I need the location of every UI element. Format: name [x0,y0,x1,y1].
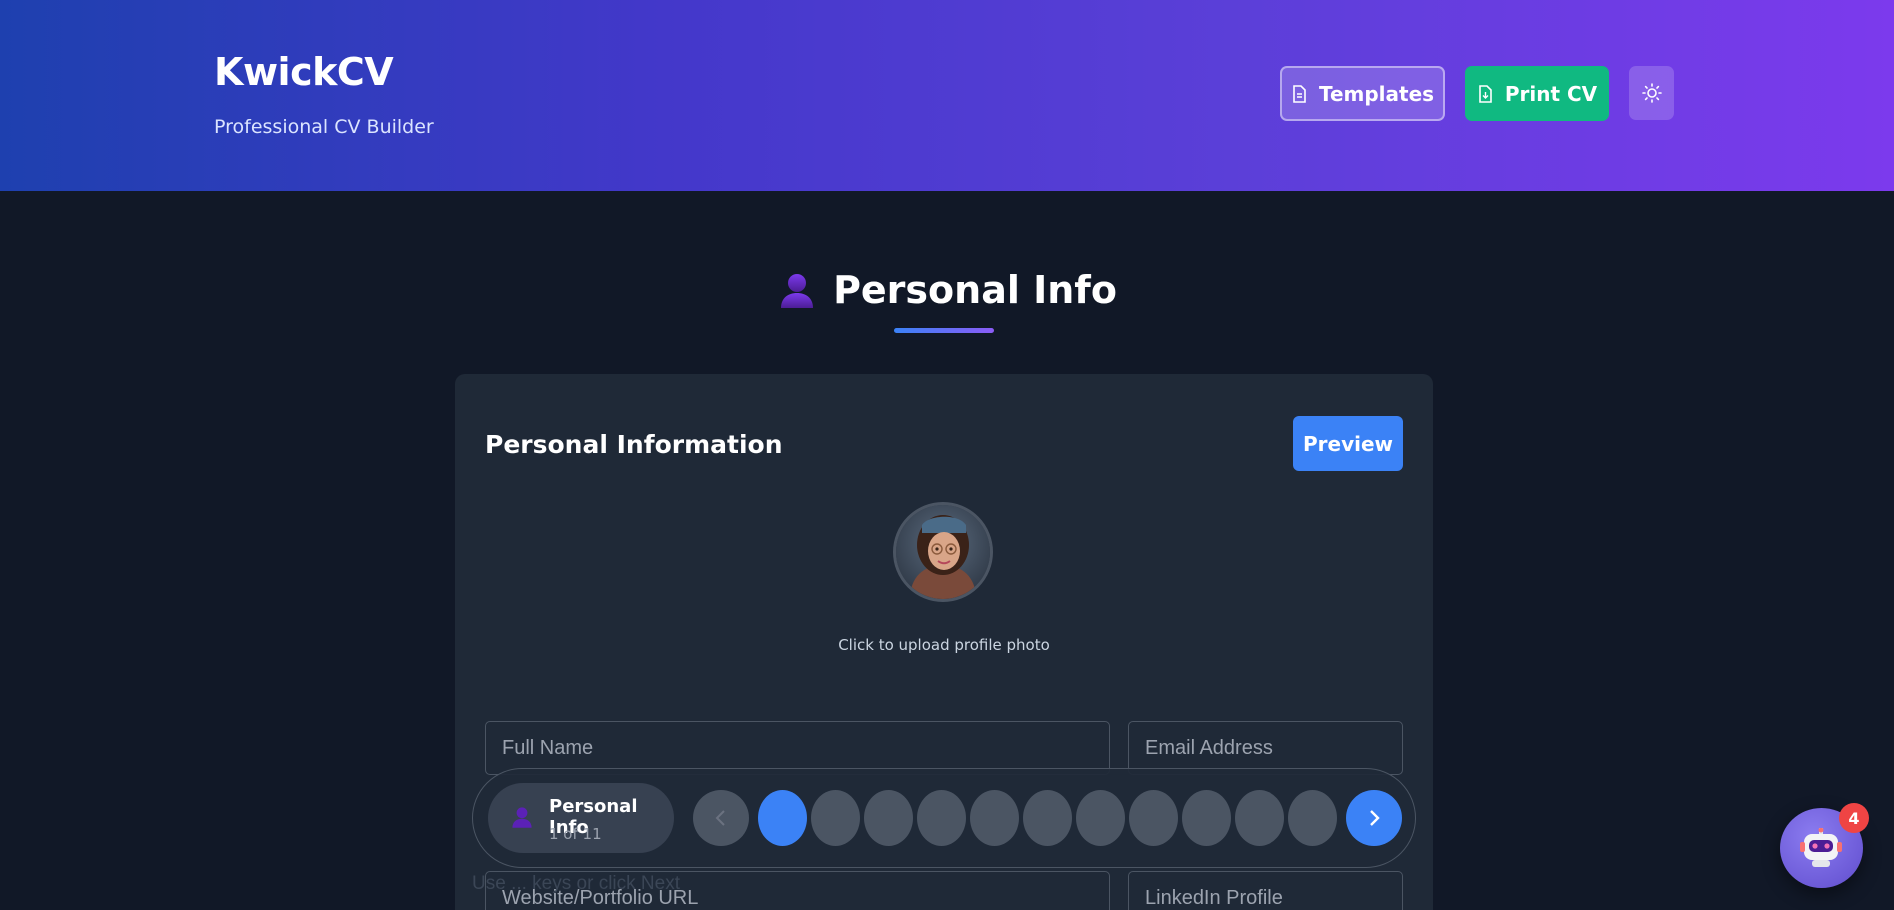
keyboard-hint: Use ... keys or click Next [472,873,680,894]
templates-button[interactable]: Templates [1280,66,1445,121]
email-field[interactable]: Email Address [1128,721,1403,775]
app-title: KwickCV [214,50,394,94]
profile-photo-upload[interactable] [893,502,993,602]
print-cv-label: Print CV [1504,81,1598,106]
linkedin-field[interactable]: LinkedIn Profile [1128,871,1403,910]
step-dot-2[interactable] [811,790,860,846]
previous-step-button[interactable] [693,790,749,846]
step-dot-6[interactable] [1023,790,1072,846]
print-cv-button[interactable]: Print CV [1465,66,1609,121]
preview-button[interactable]: Preview [1293,416,1403,471]
sun-icon [1641,83,1662,103]
document-download-icon [1477,84,1493,103]
chevron-left-icon [714,808,728,828]
person-icon [777,270,817,310]
step-dot-5[interactable] [970,790,1019,846]
step-dot-10[interactable] [1235,790,1284,846]
step-dot-4[interactable] [917,790,966,846]
card-title: Personal Information [485,430,783,459]
step-dot-11[interactable] [1288,790,1337,846]
section-heading: Personal Info [0,268,1894,312]
chevron-right-icon [1367,808,1381,828]
profile-photo [896,505,990,599]
step-dot-9[interactable] [1182,790,1231,846]
app-header: KwickCV Professional CV Builder Template… [0,0,1894,191]
upload-hint: Click to upload profile photo [838,636,1050,654]
step-dot-8[interactable] [1129,790,1178,846]
heading-underline [894,328,994,333]
robot-icon [1800,828,1842,868]
step-dot-3[interactable] [864,790,913,846]
current-step-count: 1 of 11 [549,825,602,843]
step-navigator: Personal Info 1 of 11 [472,768,1416,868]
full-name-field[interactable]: Full Name [485,721,1110,775]
current-step-chip: Personal Info 1 of 11 [488,783,674,853]
person-icon [510,805,534,829]
theme-toggle-button[interactable] [1629,66,1674,120]
step-dot-7[interactable] [1076,790,1125,846]
section-title: Personal Info [833,268,1117,312]
document-icon [1291,84,1307,103]
notification-badge: 4 [1839,803,1869,833]
templates-label: Templates [1318,81,1435,106]
app-subtitle: Professional CV Builder [214,116,434,138]
next-step-button[interactable] [1346,790,1402,846]
step-dot-1[interactable] [758,790,807,846]
